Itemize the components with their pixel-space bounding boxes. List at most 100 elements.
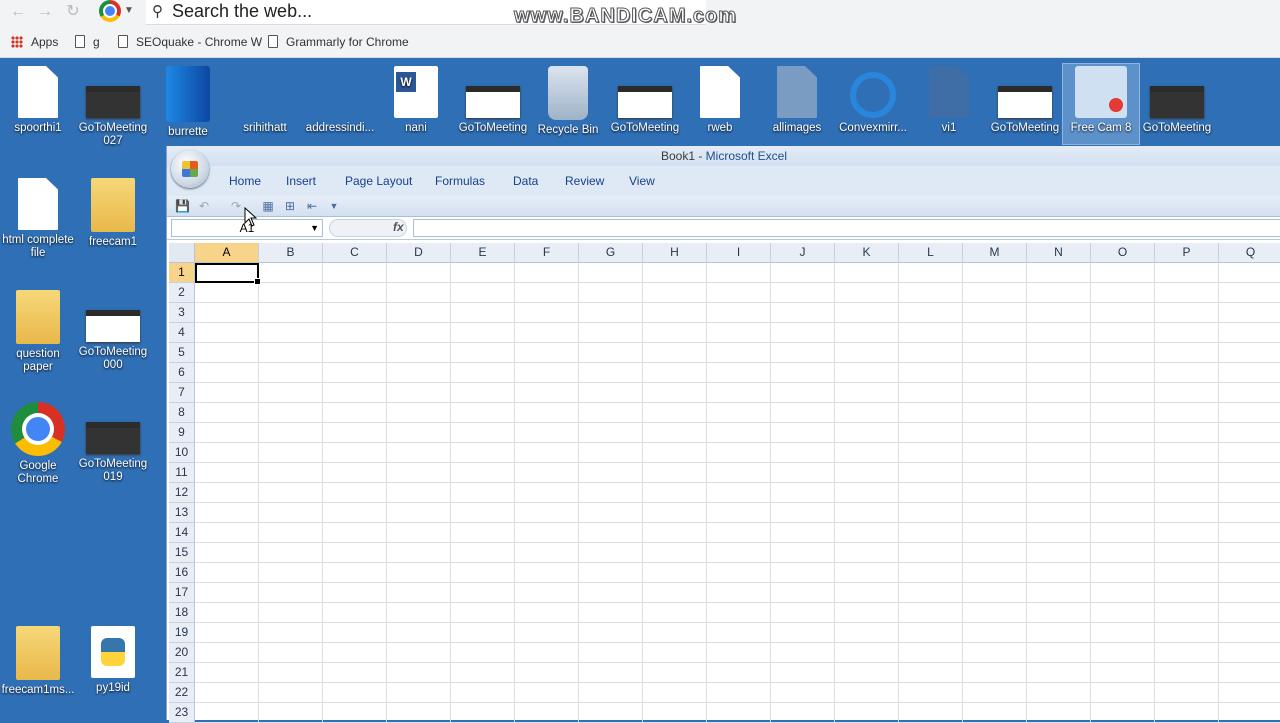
row-header-8[interactable]: 8 bbox=[169, 403, 195, 423]
tab-view[interactable]: View bbox=[629, 174, 655, 188]
select-all-corner[interactable] bbox=[169, 243, 195, 263]
desktop-icon-gotomeeting-a[interactable]: GoToMeeting bbox=[455, 66, 531, 135]
wrap-text-icon[interactable]: ⇤ bbox=[305, 199, 319, 213]
row-header-16[interactable]: 16 bbox=[169, 563, 195, 583]
desktop-icon-freecam1[interactable]: freecam1 bbox=[75, 178, 151, 249]
row-header-20[interactable]: 20 bbox=[169, 643, 195, 663]
row-header-15[interactable]: 15 bbox=[169, 543, 195, 563]
column-header-k[interactable]: K bbox=[835, 243, 899, 263]
row-header-22[interactable]: 22 bbox=[169, 683, 195, 703]
column-header-q[interactable]: Q bbox=[1219, 243, 1280, 263]
desktop-icon-vi1[interactable]: vi1 bbox=[911, 66, 987, 135]
column-header-l[interactable]: L bbox=[899, 243, 963, 263]
office-button[interactable] bbox=[171, 150, 209, 188]
browser-toolbar: ← → ↻ ▼ ⚲ Search the web... www.BANDICAM… bbox=[0, 0, 1280, 58]
borders-icon[interactable]: ▦ bbox=[261, 199, 275, 213]
row-header-10[interactable]: 10 bbox=[169, 443, 195, 463]
active-cell-a1[interactable] bbox=[195, 263, 261, 285]
desktop-icon-spoorthi1[interactable]: spoorthi1 bbox=[0, 66, 76, 135]
row-header-11[interactable]: 11 bbox=[169, 463, 195, 483]
desktop-icon-html-complete-file[interactable]: html complete file bbox=[0, 178, 76, 260]
reload-icon[interactable]: ↻ bbox=[63, 2, 83, 22]
desktop-icon-allimages[interactable]: allimages bbox=[759, 66, 835, 135]
desktop-icon-gotomeeting-c[interactable]: GoToMeeting bbox=[987, 66, 1063, 135]
desktop-icon-freecam1ms[interactable]: freecam1ms... bbox=[0, 626, 76, 697]
row-header-19[interactable]: 19 bbox=[169, 623, 195, 643]
tab-data[interactable]: Data bbox=[513, 174, 538, 188]
merge-icon[interactable]: ⊞ bbox=[283, 199, 297, 213]
tab-review[interactable]: Review bbox=[565, 174, 604, 188]
desktop-icon-free-cam-8[interactable]: Free Cam 8 bbox=[1062, 63, 1140, 145]
bookmark-apps[interactable]: Apps bbox=[11, 35, 58, 49]
row-header-17[interactable]: 17 bbox=[169, 583, 195, 603]
bookmarks-bar: Apps g SEOquake - Chrome W Grammarly for… bbox=[0, 30, 1280, 54]
desktop-icon-convexmirror[interactable]: Convexmirr... bbox=[835, 66, 911, 135]
row-header-7[interactable]: 7 bbox=[169, 383, 195, 403]
formula-input[interactable] bbox=[413, 219, 1280, 237]
bookmark-g[interactable]: g bbox=[75, 35, 100, 49]
column-header-b[interactable]: B bbox=[259, 243, 323, 263]
row-header-21[interactable]: 21 bbox=[169, 663, 195, 683]
cell-area[interactable] bbox=[195, 263, 1280, 723]
folder-icon bbox=[91, 178, 135, 232]
column-header-i[interactable]: I bbox=[707, 243, 771, 263]
desktop-icon-burrette[interactable]: burrette bbox=[150, 66, 226, 139]
file-icon bbox=[777, 66, 817, 118]
desktop-icon-google-chrome[interactable]: Google Chrome bbox=[0, 402, 76, 486]
desktop-icon-gotomeeting-b[interactable]: GoToMeeting bbox=[607, 66, 683, 135]
column-header-m[interactable]: M bbox=[963, 243, 1027, 263]
row-header-2[interactable]: 2 bbox=[169, 283, 195, 303]
column-header-a[interactable]: A bbox=[195, 243, 259, 263]
chevron-down-icon[interactable]: ▼ bbox=[310, 220, 319, 236]
desktop-icon-rweb[interactable]: rweb bbox=[682, 66, 758, 135]
column-header-p[interactable]: P bbox=[1155, 243, 1219, 263]
row-header-13[interactable]: 13 bbox=[169, 503, 195, 523]
column-header-n[interactable]: N bbox=[1027, 243, 1091, 263]
row-header-5[interactable]: 5 bbox=[169, 343, 195, 363]
redo-icon[interactable]: ↷ bbox=[229, 199, 243, 213]
search-icon: ⚲ bbox=[152, 3, 163, 20]
bookmark-seoquake[interactable]: SEOquake - Chrome W bbox=[118, 35, 262, 49]
desktop-icon-recycle-bin[interactable]: Recycle Bin bbox=[530, 66, 606, 137]
row-header-18[interactable]: 18 bbox=[169, 603, 195, 623]
bookmark-grammarly[interactable]: Grammarly for Chrome bbox=[268, 35, 409, 49]
column-header-h[interactable]: H bbox=[643, 243, 707, 263]
column-header-f[interactable]: F bbox=[515, 243, 579, 263]
row-header-9[interactable]: 9 bbox=[169, 423, 195, 443]
desktop-icon-gotomeeting-000[interactable]: GoToMeeting 000 bbox=[75, 290, 151, 372]
column-header-g[interactable]: G bbox=[579, 243, 643, 263]
column-header-e[interactable]: E bbox=[451, 243, 515, 263]
folder-icon bbox=[16, 290, 60, 344]
desktop-icon-question-paper[interactable]: question paper bbox=[0, 290, 76, 374]
back-arrow-icon[interactable]: ← bbox=[8, 2, 28, 22]
chrome-logo-icon[interactable] bbox=[99, 0, 121, 22]
row-header-4[interactable]: 4 bbox=[169, 323, 195, 343]
customize-dropdown-icon[interactable]: ▼ bbox=[327, 199, 341, 213]
desktop-icon-gotomeeting-019[interactable]: GoToMeeting 019 bbox=[75, 402, 151, 484]
function-icon[interactable]: fx bbox=[393, 220, 404, 234]
column-header-j[interactable]: J bbox=[771, 243, 835, 263]
desktop-icon-nani[interactable]: nani bbox=[378, 66, 454, 135]
tab-home[interactable]: Home bbox=[229, 174, 261, 188]
undo-icon[interactable]: ↶ bbox=[197, 199, 211, 213]
column-header-c[interactable]: C bbox=[323, 243, 387, 263]
desktop-icon-addressindi[interactable]: addressindi... bbox=[302, 66, 529, 264]
row-header-12[interactable]: 12 bbox=[169, 483, 195, 503]
row-header-14[interactable]: 14 bbox=[169, 523, 195, 543]
row-header-6[interactable]: 6 bbox=[169, 363, 195, 383]
row-header-1[interactable]: 1 bbox=[169, 263, 195, 283]
forward-arrow-icon[interactable]: → bbox=[35, 2, 55, 22]
desktop-icon-srihithatt[interactable]: srihithatt bbox=[227, 66, 454, 264]
tab-formulas[interactable]: Formulas bbox=[435, 174, 485, 188]
save-icon[interactable]: 💾 bbox=[175, 199, 190, 213]
tab-insert[interactable]: Insert bbox=[286, 174, 316, 188]
column-header-o[interactable]: O bbox=[1091, 243, 1155, 263]
desktop-icon-gotomeeting-027[interactable]: GoToMeeting 027 bbox=[75, 66, 151, 148]
chevron-down-icon[interactable]: ▼ bbox=[124, 5, 134, 16]
row-header-3[interactable]: 3 bbox=[169, 303, 195, 323]
desktop-icon-gotomeeting-d[interactable]: GoToMeeting bbox=[1139, 66, 1215, 135]
row-header-23[interactable]: 23 bbox=[169, 703, 195, 723]
tab-page-layout[interactable]: Page Layout bbox=[345, 174, 412, 188]
column-header-d[interactable]: D bbox=[387, 243, 451, 263]
desktop-icon-py19id[interactable]: py19id bbox=[75, 626, 151, 695]
